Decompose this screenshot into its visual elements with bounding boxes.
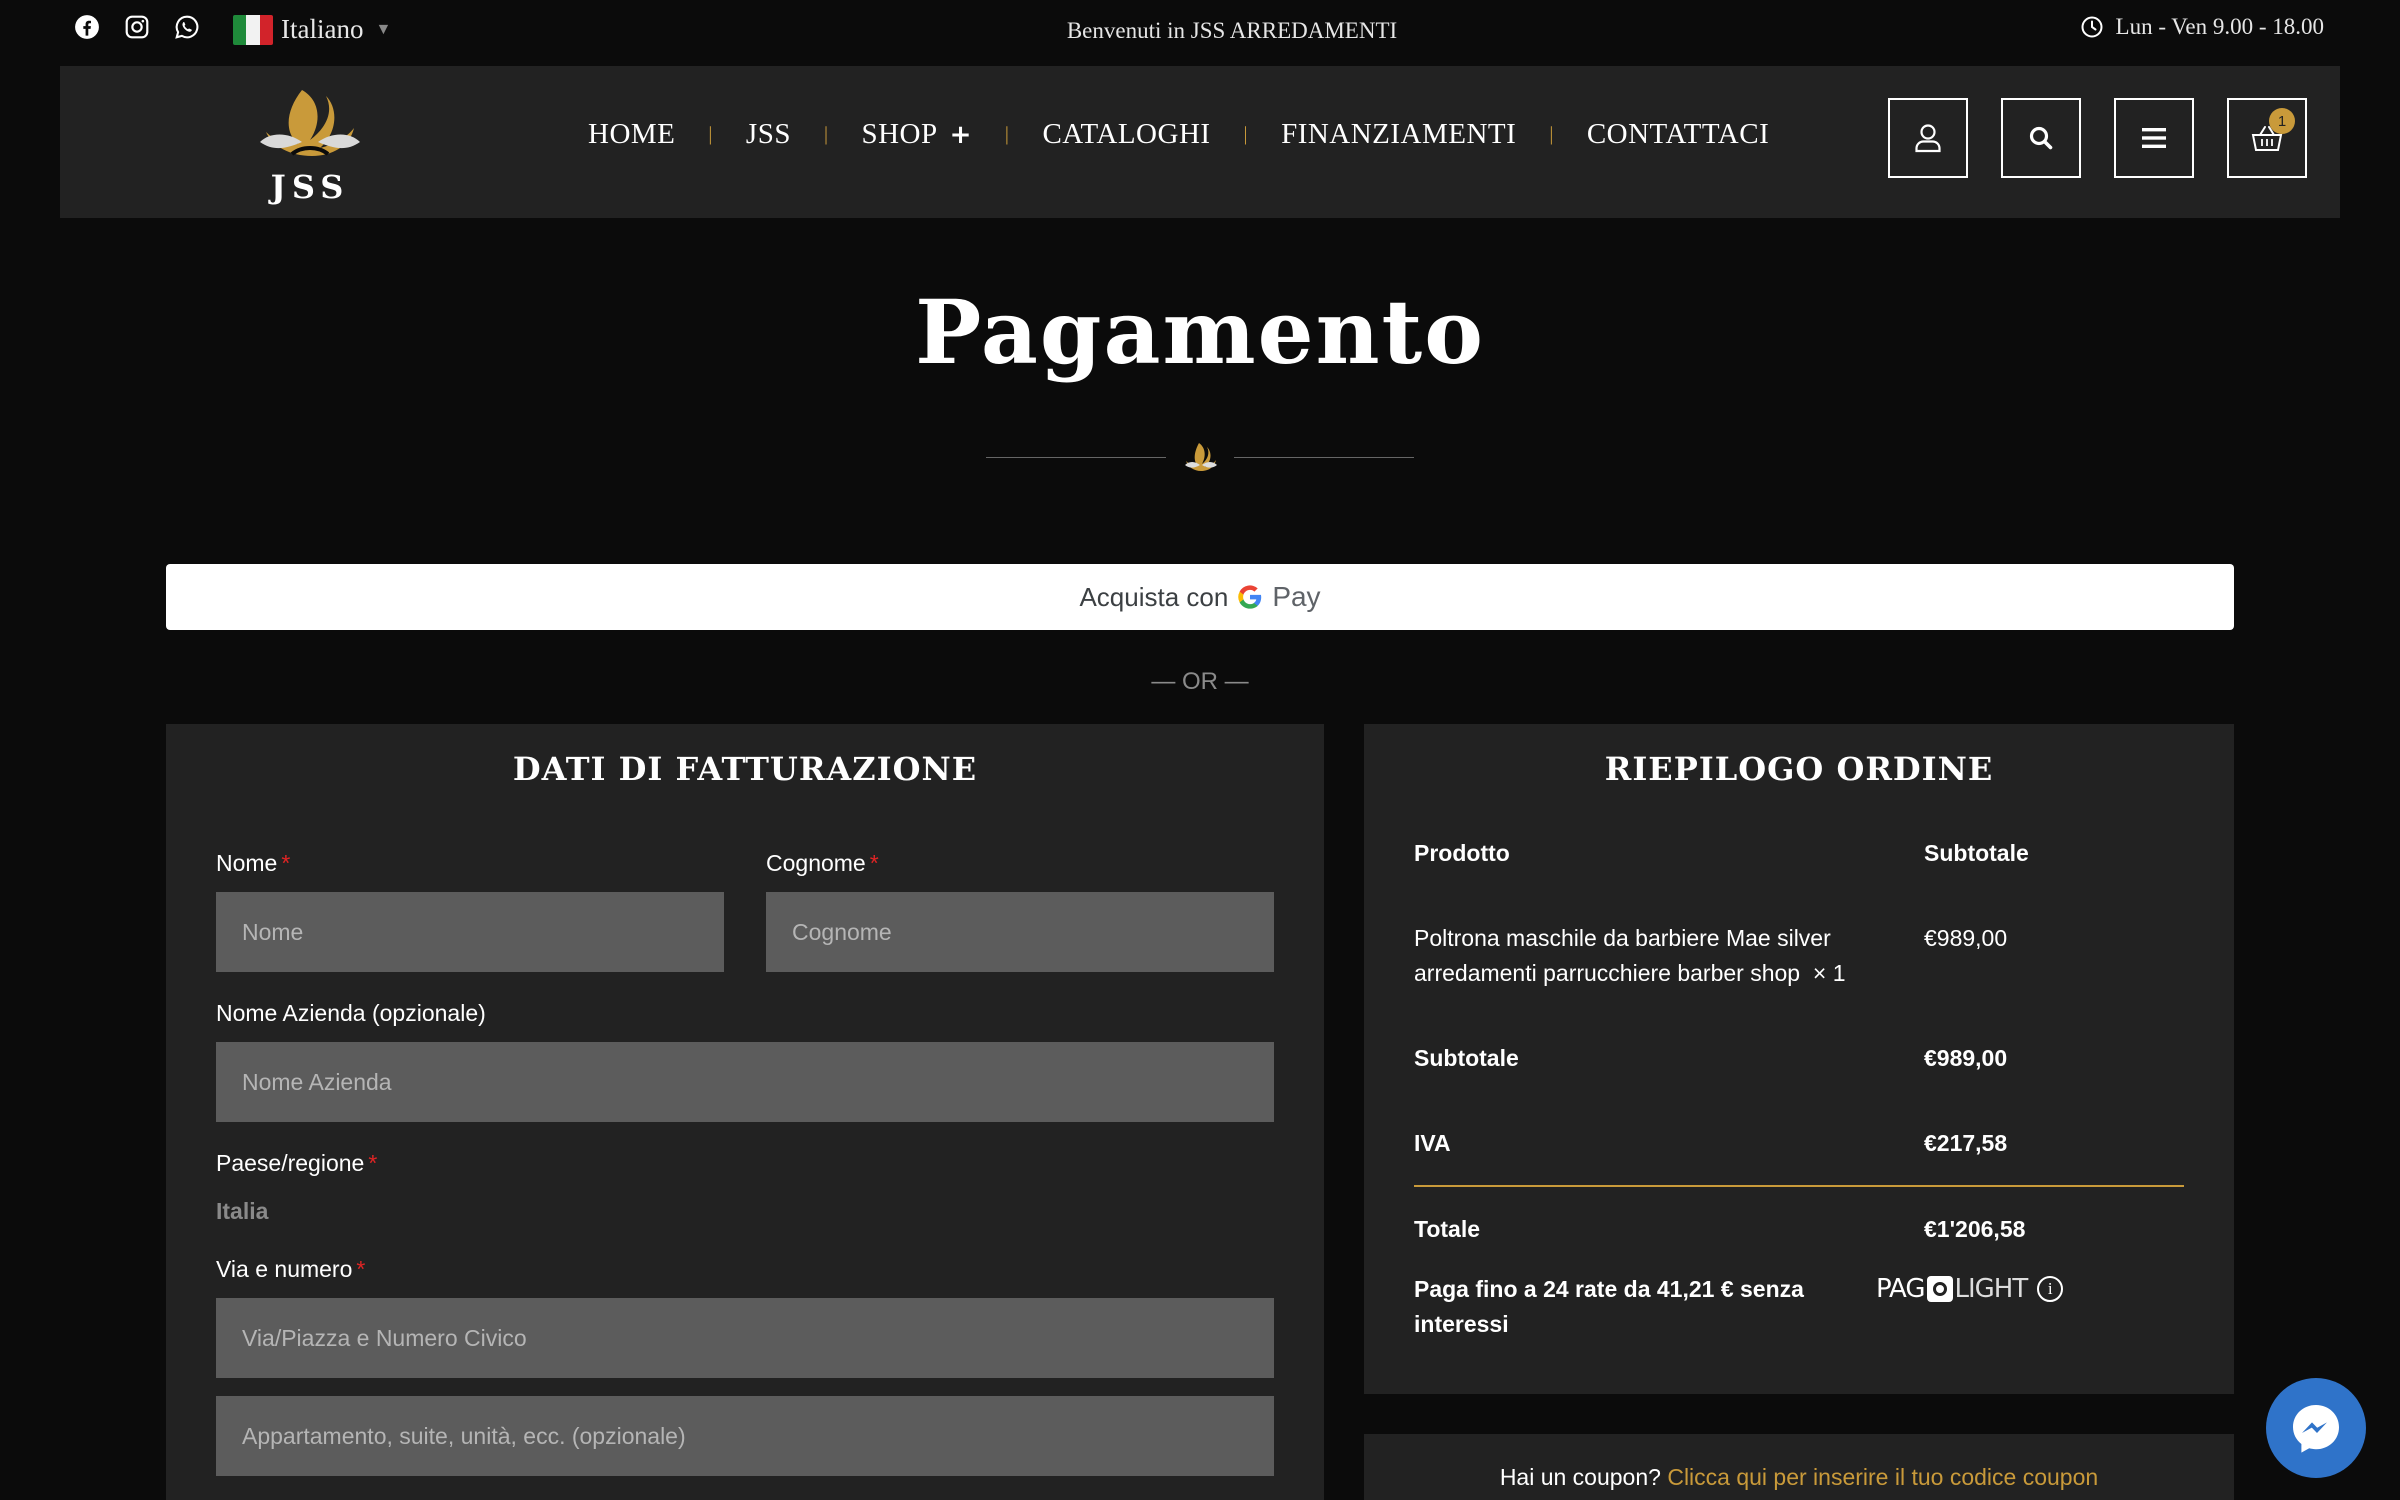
pago-o-icon bbox=[1926, 1276, 1953, 1302]
billing-panel: DATI DI FATTURAZIONE Nome* Cognome* Nome… bbox=[166, 724, 1324, 1500]
or-separator: — OR — bbox=[1151, 668, 1249, 695]
last-name-label-text: Cognome bbox=[766, 850, 866, 876]
coupon-text: Hai un coupon? Clicca qui per inserire i… bbox=[1364, 1464, 2234, 1491]
required-mark: * bbox=[356, 1256, 366, 1282]
company-input[interactable] bbox=[216, 1042, 1274, 1122]
nav-separator: | bbox=[1004, 123, 1010, 145]
search-button[interactable] bbox=[2001, 98, 2081, 178]
menu-button[interactable] bbox=[2114, 98, 2194, 178]
title-divider bbox=[986, 440, 1414, 476]
installments-line2: interessi bbox=[1414, 1311, 1509, 1337]
main-menu: HOME | JSS | SHOP + | CATALOGHI | FINANZI… bbox=[588, 118, 1769, 151]
installments-text: Paga fino a 24 rate da 41,21 € senza int… bbox=[1414, 1272, 1854, 1342]
welcome-text: Benvenuti in JSS ARREDAMENTI bbox=[1066, 18, 1398, 43]
gpay-pay-text: Pay bbox=[1272, 581, 1321, 612]
cart-count-badge: 1 bbox=[2269, 108, 2295, 134]
jss-logo[interactable]: JSS bbox=[250, 82, 370, 206]
product-price: €989,00 bbox=[1924, 925, 2008, 951]
nav-separator: | bbox=[708, 123, 713, 145]
light-text: LIGHT bbox=[1954, 1274, 2029, 1304]
clock-icon bbox=[2081, 16, 2103, 38]
country-label-text: Paese/regione bbox=[216, 1150, 365, 1176]
billing-title: DATI DI FATTURAZIONE bbox=[512, 750, 978, 788]
nav-separator: | bbox=[1549, 123, 1554, 145]
iva-label: IVA bbox=[1414, 1130, 1451, 1156]
required-mark: * bbox=[869, 850, 879, 876]
nav-separator: | bbox=[823, 123, 829, 145]
product-name-line2: arredamenti parrucchiere barber shop bbox=[1414, 960, 1801, 986]
street-label-text: Via e numero bbox=[216, 1256, 353, 1282]
nav-item-shop[interactable]: SHOP + bbox=[861, 118, 971, 151]
gpay-prefix: Acquista con bbox=[1079, 581, 1229, 612]
nav-item-contattaci[interactable]: CONTATTACI bbox=[1587, 118, 1769, 151]
pagolight-logo: PAG LIGHT bbox=[1876, 1274, 2029, 1304]
nav-item-cataloghi[interactable]: CATALOGHI bbox=[1042, 118, 1210, 151]
top-bar: Italiano ▼ Benvenuti in JSS ARREDAMENTI … bbox=[0, 0, 2400, 64]
first-name-label: Nome * bbox=[216, 850, 290, 877]
company-label: Nome Azienda (opzionale) bbox=[216, 1000, 486, 1026]
pago-text: PAG bbox=[1876, 1274, 1925, 1304]
last-name-input[interactable] bbox=[766, 892, 1274, 972]
first-name-input[interactable] bbox=[216, 892, 724, 972]
plus-icon[interactable]: + bbox=[950, 120, 972, 150]
coupon-question: Hai un coupon? bbox=[1499, 1464, 1661, 1490]
installments-line1: Paga fino a 24 rate da 41,21 € senza bbox=[1414, 1276, 1804, 1302]
logo-text: JSS bbox=[270, 168, 350, 206]
nav-item-shop-label: SHOP bbox=[861, 118, 938, 150]
user-icon bbox=[1915, 124, 1941, 153]
total-divider bbox=[1414, 1185, 2184, 1187]
opening-hours: Lun - Ven 9.00 - 18.00 bbox=[2080, 14, 2324, 40]
country-value: Italia bbox=[216, 1198, 269, 1224]
total-label: Totale bbox=[1414, 1216, 1481, 1242]
order-summary-panel: RIEPILOGO ORDINE Prodotto Subtotale Polt… bbox=[1364, 724, 2234, 1394]
subtotal-value: €989,00 bbox=[1924, 1045, 2008, 1071]
nav-separator: | bbox=[1243, 123, 1249, 145]
first-name-label-text: Nome bbox=[216, 850, 278, 876]
coupon-link[interactable]: Clicca qui per inserire il tuo codice co… bbox=[1667, 1464, 2098, 1490]
required-mark: * bbox=[368, 1150, 378, 1176]
main-navbar: JSS HOME | JSS | SHOP + | CATALOGHI | FIN… bbox=[60, 66, 2340, 218]
iva-value: €217,58 bbox=[1924, 1130, 2008, 1156]
google-g-icon bbox=[1236, 583, 1264, 611]
header-actions: 1 bbox=[1888, 98, 2307, 178]
summary-title: RIEPILOGO ORDINE bbox=[1604, 750, 1994, 788]
info-icon[interactable]: i bbox=[2037, 1276, 2064, 1302]
street-input[interactable] bbox=[216, 1298, 1274, 1378]
country-label: Paese/regione * bbox=[216, 1150, 377, 1177]
nav-item-jss[interactable]: JSS bbox=[746, 118, 791, 151]
logo-emblem-icon bbox=[1185, 443, 1217, 471]
messenger-icon bbox=[2293, 1405, 2339, 1453]
pagolight-badge: PAG LIGHT i bbox=[1876, 1274, 2064, 1304]
subtotal-label: Subtotale bbox=[1414, 1045, 1519, 1071]
google-pay-button[interactable]: Acquista con Pay bbox=[166, 564, 2234, 630]
apartment-input[interactable] bbox=[216, 1396, 1274, 1476]
search-icon bbox=[2029, 126, 2053, 150]
cart-button[interactable]: 1 bbox=[2227, 98, 2307, 178]
account-button[interactable] bbox=[1888, 98, 1968, 178]
product-quantity: × 1 bbox=[1812, 960, 1846, 986]
messenger-chat-button[interactable] bbox=[2266, 1378, 2366, 1478]
logo-emblem-icon bbox=[260, 90, 360, 156]
col-product-header: Prodotto bbox=[1414, 840, 1510, 866]
last-name-label: Cognome * bbox=[766, 850, 879, 877]
col-subtotal-header: Subtotale bbox=[1924, 840, 2029, 866]
total-value: €1'206,58 bbox=[1924, 1216, 2026, 1242]
product-name: Poltrona maschile da barbiere Mae silver… bbox=[1414, 921, 1904, 991]
product-name-line1: Poltrona maschile da barbiere Mae silver bbox=[1414, 925, 1831, 951]
nav-item-home[interactable]: HOME bbox=[588, 118, 675, 151]
hamburger-icon bbox=[2142, 128, 2166, 148]
nav-item-finanziamenti[interactable]: FINANZIAMENTI bbox=[1281, 118, 1516, 151]
coupon-panel: Hai un coupon? Clicca qui per inserire i… bbox=[1364, 1434, 2234, 1500]
page-title: Pagamento bbox=[915, 280, 1485, 384]
hours-text: Lun - Ven 9.00 - 18.00 bbox=[2115, 14, 2324, 39]
required-mark: * bbox=[281, 850, 291, 876]
street-label: Via e numero * bbox=[216, 1256, 365, 1283]
